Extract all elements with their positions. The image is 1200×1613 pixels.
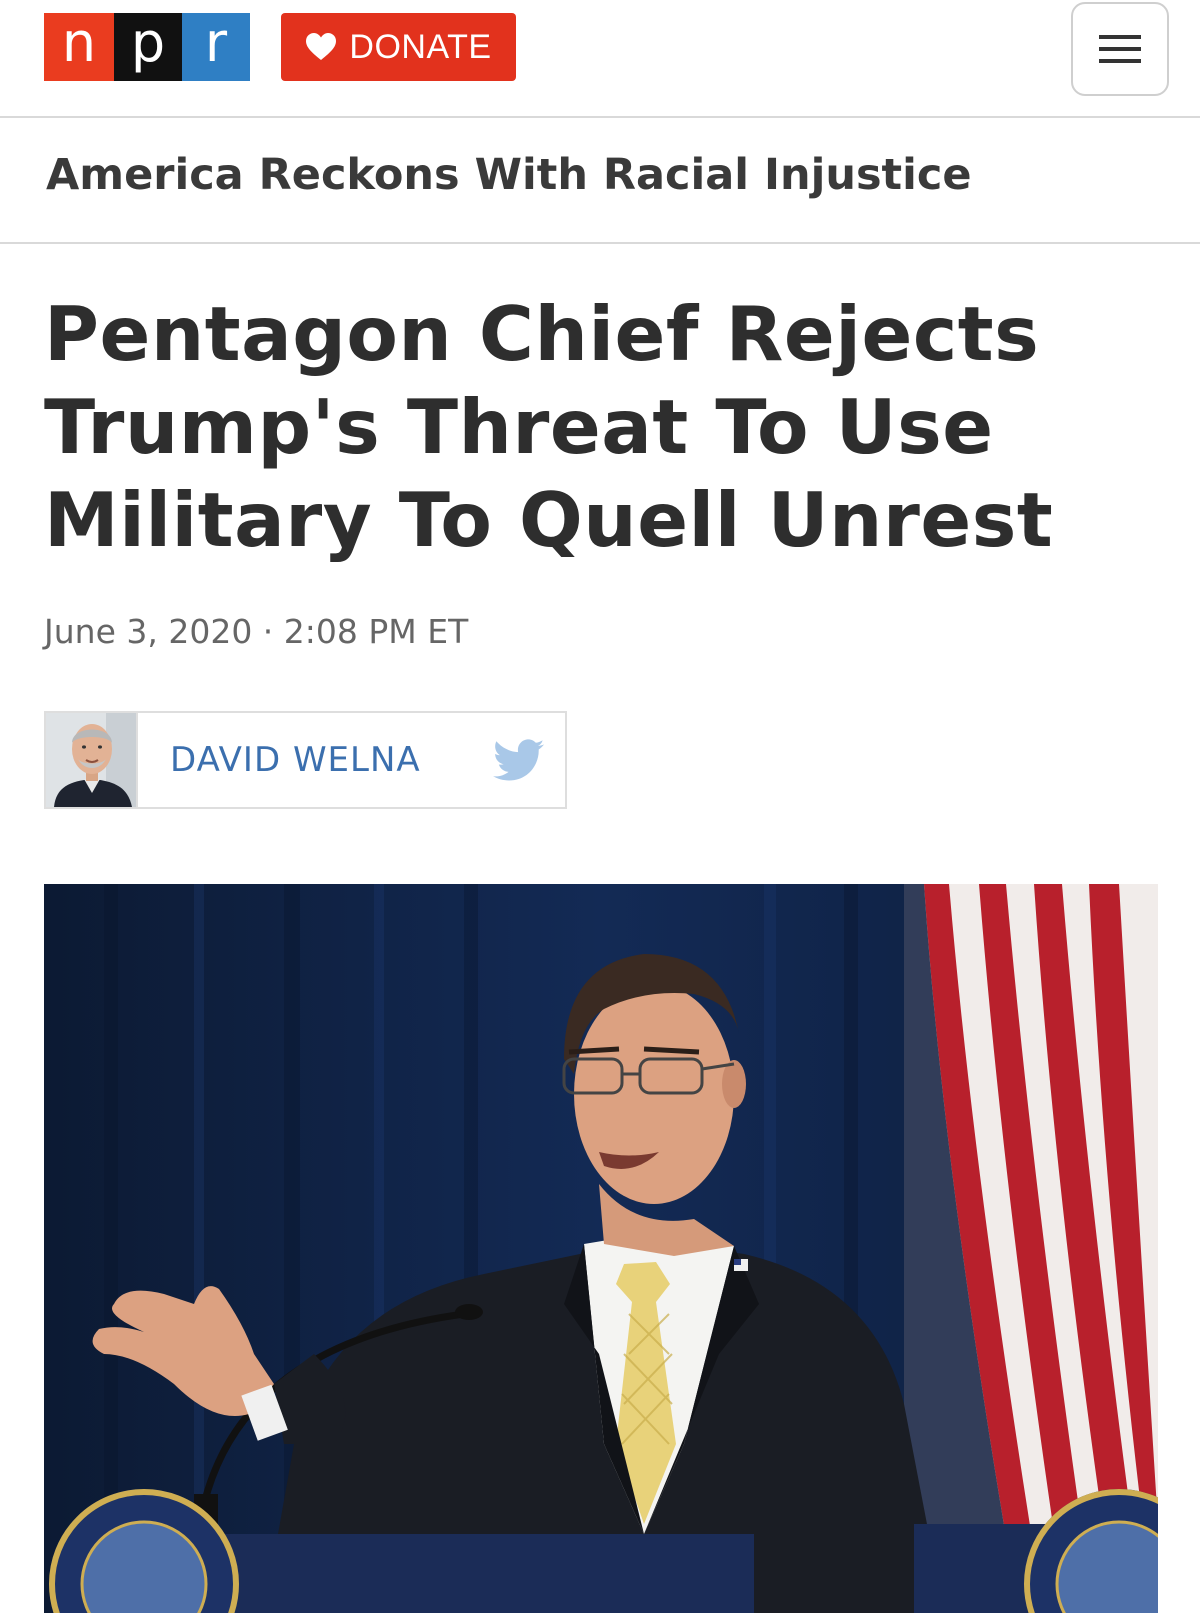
logo-letter-p: p (114, 13, 182, 81)
author-name[interactable]: DAVID WELNA (170, 740, 421, 780)
byline-card: DAVID WELNA (44, 711, 567, 809)
article-headline: Pentagon Chief Rejects Trump's Threat To… (44, 288, 1144, 567)
donate-label: DONATE (349, 27, 492, 66)
twitter-icon[interactable] (493, 739, 545, 783)
heart-icon (306, 33, 337, 60)
npr-logo[interactable]: n p r (44, 13, 250, 81)
hamburger-menu-icon (1099, 35, 1141, 63)
donate-button[interactable]: DONATE (281, 13, 516, 81)
author-avatar[interactable] (46, 713, 138, 807)
logo-letter-r: r (182, 13, 250, 81)
headline-line-2: Trump's Threat To Use (44, 383, 994, 471)
site-header: n p r DONATE (0, 0, 1200, 118)
headline-line-3: Military To Quell Unrest (44, 476, 1054, 564)
lead-photo-image (44, 884, 1158, 1613)
headline-line-1: Pentagon Chief Rejects (44, 290, 1040, 378)
section-link[interactable]: America Reckons With Racial Injustice (46, 150, 972, 200)
logo-letter-n: n (44, 13, 114, 81)
article-dateline: June 3, 2020 · 2:08 PM ET (44, 612, 469, 651)
author-photo (46, 713, 136, 807)
lead-photo[interactable] (44, 884, 1158, 1613)
menu-button[interactable] (1071, 2, 1169, 96)
section-bar: America Reckons With Racial Injustice (0, 120, 1200, 244)
